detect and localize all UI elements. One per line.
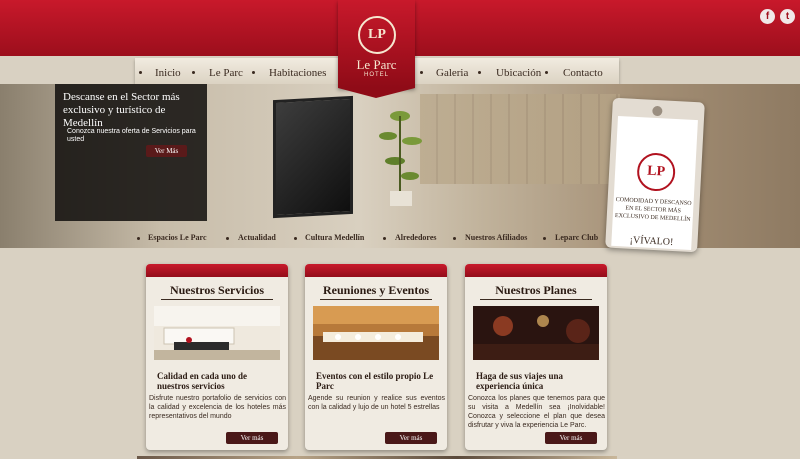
card-title: Nuestros Planes xyxy=(495,283,577,297)
card-servicios: Nuestros Servicios Calidad en cada uno d… xyxy=(146,264,288,450)
wall-panel xyxy=(420,94,620,184)
subnav-bullet xyxy=(543,237,546,240)
hero-text: Conozca nuestra oferta de Servicios para… xyxy=(67,128,196,143)
hero-ver-mas-button[interactable]: Ver Más xyxy=(146,145,187,157)
subnav-bullet xyxy=(226,237,229,240)
subnav-item-espacios[interactable]: Espacios Le Parc xyxy=(148,233,207,242)
card-ver-mas-button[interactable]: Ver más xyxy=(226,432,278,444)
nav-item-le-parc[interactable]: Le Parc xyxy=(209,67,243,79)
card-subtitle: Eventos con el estilo propio Le Parc xyxy=(316,371,434,391)
subnav-bullet xyxy=(453,237,456,240)
subnav-item-actualidad[interactable]: Actualidad xyxy=(238,233,276,242)
card-header xyxy=(146,264,288,277)
tag-hole xyxy=(652,105,663,117)
logo-subtitle: HOTEL xyxy=(363,72,389,78)
subnav-bullet xyxy=(137,237,140,240)
logo-mark: LP xyxy=(358,16,396,54)
card-planes: Nuestros Planes Haga de sus viajes una e… xyxy=(465,264,607,450)
card-text: Conozca los planes que tenemos para que … xyxy=(468,395,605,429)
card-ver-mas-button[interactable]: Ver más xyxy=(545,432,597,444)
nav-item-contacto[interactable]: Contacto xyxy=(563,67,603,79)
twitter-icon[interactable]: t xyxy=(780,9,795,24)
card-divider xyxy=(480,299,592,300)
hero-title: Descanse en el Sector más exclusivo y tu… xyxy=(63,91,180,129)
logo-badge[interactable]: LP Le Parc HOTEL xyxy=(338,0,415,98)
tag-logo: LP xyxy=(636,152,677,193)
nav-bullet xyxy=(545,71,548,74)
nav-bullet xyxy=(139,71,142,74)
card-subtitle: Calidad en cada uno de nuestros servicio… xyxy=(157,371,248,391)
nav-item-ubicacion[interactable]: Ubicación xyxy=(496,67,541,79)
card-header xyxy=(465,264,607,277)
subnav-item-club[interactable]: Leparc Club xyxy=(555,233,598,242)
tag-text: COMODIDAD Y DESCANSO EN EL SECTOR MÁS EX… xyxy=(614,196,692,223)
nav-item-habitaciones[interactable]: Habitaciones xyxy=(269,67,326,79)
nav-item-galeria[interactable]: Galeria xyxy=(436,67,468,79)
card-ver-mas-button[interactable]: Ver más xyxy=(385,432,437,444)
nav-bullet xyxy=(420,71,423,74)
subnav-bullet xyxy=(294,237,297,240)
nav-item-inicio[interactable]: Inicio xyxy=(155,67,181,79)
nav-bullet xyxy=(192,71,195,74)
logo-name: Le Parc xyxy=(356,57,397,72)
nav-bullet xyxy=(478,71,481,74)
card-header xyxy=(305,264,447,277)
facebook-icon[interactable]: f xyxy=(760,9,775,24)
card-image-dinner xyxy=(473,306,599,360)
card-text: Disfrute nuestro portafolio de servicios… xyxy=(149,395,286,420)
card-image-lounge xyxy=(154,306,280,360)
subnav-item-alrededores[interactable]: Alrededores xyxy=(395,233,436,242)
nav-bullet xyxy=(252,71,255,74)
tag-card: LP COMODIDAD Y DESCANSO EN EL SECTOR MÁS… xyxy=(611,115,698,250)
subnav-item-afiliados[interactable]: Nuestros Afiliados xyxy=(465,233,527,242)
card-divider xyxy=(161,299,273,300)
subnav-bullet xyxy=(383,237,386,240)
plant-image xyxy=(379,111,422,206)
card-text: Agende su reunion y realice sus eventos … xyxy=(308,395,445,411)
tag-cta: ¡VÍVALO! xyxy=(629,234,674,249)
tv-image xyxy=(273,95,353,219)
card-title: Nuestros Servicios xyxy=(169,283,265,297)
card-title: Reuniones y Eventos xyxy=(322,283,429,297)
card-image-banquet xyxy=(313,306,439,360)
promo-tag: LP COMODIDAD Y DESCANSO EN EL SECTOR MÁS… xyxy=(605,97,705,253)
subnav-item-cultura[interactable]: Cultura Medellín xyxy=(305,233,364,242)
card-divider xyxy=(320,299,432,300)
card-reuniones: Reuniones y Eventos Eventos con el estil… xyxy=(305,264,447,450)
card-subtitle: Haga de sus viajes una experiencia única xyxy=(476,371,564,391)
